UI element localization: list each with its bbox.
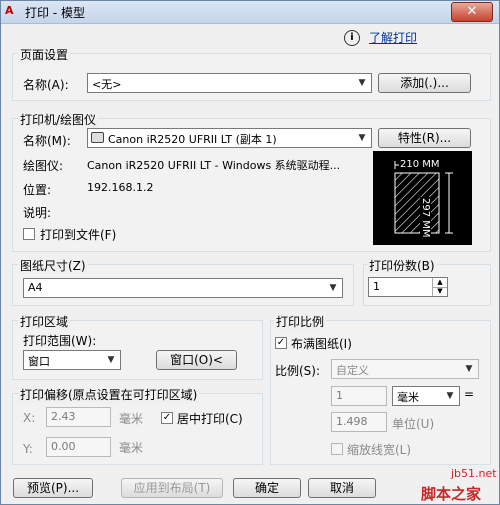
scale-value1-input[interactable]: 1 (331, 386, 387, 406)
center-print-checkbox[interactable]: ✓ (161, 412, 173, 424)
scale-value: 自定义 (336, 364, 369, 377)
print-to-file-label: 打印到文件(F) (40, 228, 117, 242)
scale-value1: 1 (336, 389, 343, 402)
scale-unit2-label: 单位(U) (392, 417, 435, 431)
paper-height-label: 297 MM (420, 197, 431, 239)
center-print-label: 居中打印(C) (177, 412, 243, 426)
window-title: 打印 - 模型 (25, 6, 85, 20)
scale-equals: = (464, 387, 475, 401)
properties-button[interactable]: 特性(R)... (378, 128, 471, 148)
preview-button[interactable]: 预览(P)... (13, 478, 93, 498)
print-to-file-checkbox[interactable] (23, 228, 35, 240)
paper-size-combo[interactable]: A4 ▼ (23, 278, 343, 298)
paper-size-value: A4 (28, 281, 43, 294)
learn-print-link[interactable]: 了解打印 (369, 29, 417, 46)
print-offset-label: 打印偏移(原点设置在可打印区域) (18, 386, 200, 403)
offset-y-label: Y: (23, 442, 33, 456)
print-scale-label: 打印比例 (274, 313, 327, 330)
offset-y-unit: 毫米 (119, 441, 144, 455)
printer-name-label: 名称(M): (23, 134, 71, 148)
scale-unit-value: 毫米 (397, 391, 419, 404)
window-button[interactable]: 窗口(O)< (156, 350, 237, 370)
fit-to-paper-label: 布满图纸(I) (291, 337, 352, 351)
scale-lineweight-checkbox[interactable] (331, 443, 343, 455)
location-value: 192.168.1.2 (87, 181, 154, 194)
location-label: 位置: (23, 183, 52, 197)
offset-x-value: 2.43 (51, 410, 76, 423)
scale-value2-input[interactable]: 1.498 (331, 412, 387, 432)
printer-name-value: Canon iR2520 UFRII LT (副本 1) (108, 133, 277, 146)
paper-size-label: 图纸尺寸(Z) (18, 257, 88, 274)
copies-label: 打印份数(B) (367, 257, 437, 274)
print-range-combo[interactable]: 窗口 ▼ (23, 350, 121, 370)
print-range-label: 打印范围(W): (23, 334, 97, 348)
chevron-down-icon: ▼ (358, 133, 366, 143)
scale-unit-combo[interactable]: 毫米 ▼ (392, 386, 460, 406)
page-setup-label: 页面设置 (18, 46, 71, 63)
plotter-label: 绘图仪: (23, 159, 64, 173)
cancel-button[interactable]: 取消 (308, 478, 376, 498)
paper-preview: 210 MM 297 MM (373, 151, 472, 245)
scale-value2: 1.498 (336, 415, 368, 428)
description-label: 说明: (23, 206, 52, 220)
scale-label: 比例(S): (275, 364, 321, 378)
printer-label: 打印机/绘图仪 (18, 111, 99, 128)
chevron-down-icon: ▼ (446, 391, 454, 401)
scale-lineweight-label: 缩放线宽(L) (347, 443, 412, 457)
scale-combo[interactable]: 自定义 ▼ (331, 359, 479, 379)
spinner-down-icon[interactable]: ▼ (432, 287, 447, 296)
autocad-logo-icon: A (5, 4, 14, 17)
chevron-down-icon: ▼ (329, 283, 337, 293)
chevron-down-icon: ▼ (358, 78, 366, 88)
watermark-site: jb51.net (451, 467, 497, 480)
apply-to-layout-button[interactable]: 应用到布局(T) (121, 478, 223, 498)
watermark-name: 脚本之家 (421, 485, 482, 503)
close-button[interactable]: ✕ (451, 2, 493, 22)
offset-x-label: X: (23, 411, 36, 425)
page-setup-name-label: 名称(A): (23, 78, 69, 92)
info-icon: i (344, 30, 360, 46)
offset-x-input[interactable]: 2.43 (46, 407, 111, 427)
page-setup-name-value: <无> (92, 78, 122, 91)
print-range-value: 窗口 (28, 355, 50, 368)
fit-to-paper-checkbox[interactable]: ✓ (275, 337, 287, 349)
offset-x-unit: 毫米 (119, 412, 144, 426)
copies-value: 1 (373, 280, 380, 293)
printer-icon (91, 132, 104, 143)
offset-y-value: 0.00 (51, 440, 76, 453)
chevron-down-icon: ▼ (107, 355, 115, 365)
paper-width-label: 210 MM (399, 159, 441, 170)
add-button[interactable]: 添加(.)... (378, 73, 471, 93)
printer-name-combo[interactable]: Canon iR2520 UFRII LT (副本 1) ▼ (87, 128, 372, 148)
plotter-value: Canon iR2520 UFRII LT - Windows 系统驱动程... (87, 159, 341, 172)
copies-spinner[interactable]: 1 ▲ ▼ (368, 277, 448, 297)
title-bar[interactable]: A 打印 - 模型 ✕ (1, 1, 499, 24)
chevron-down-icon: ▼ (465, 364, 473, 374)
ok-button[interactable]: 确定 (233, 478, 301, 498)
offset-y-input[interactable]: 0.00 (46, 437, 111, 457)
page-setup-name-combo[interactable]: <无> ▼ (87, 73, 372, 93)
print-area-label: 打印区域 (18, 313, 71, 330)
print-dialog: A 打印 - 模型 ✕ i 了解打印 页面设置 名称(A): <无> ▼ 添加(… (0, 0, 500, 505)
